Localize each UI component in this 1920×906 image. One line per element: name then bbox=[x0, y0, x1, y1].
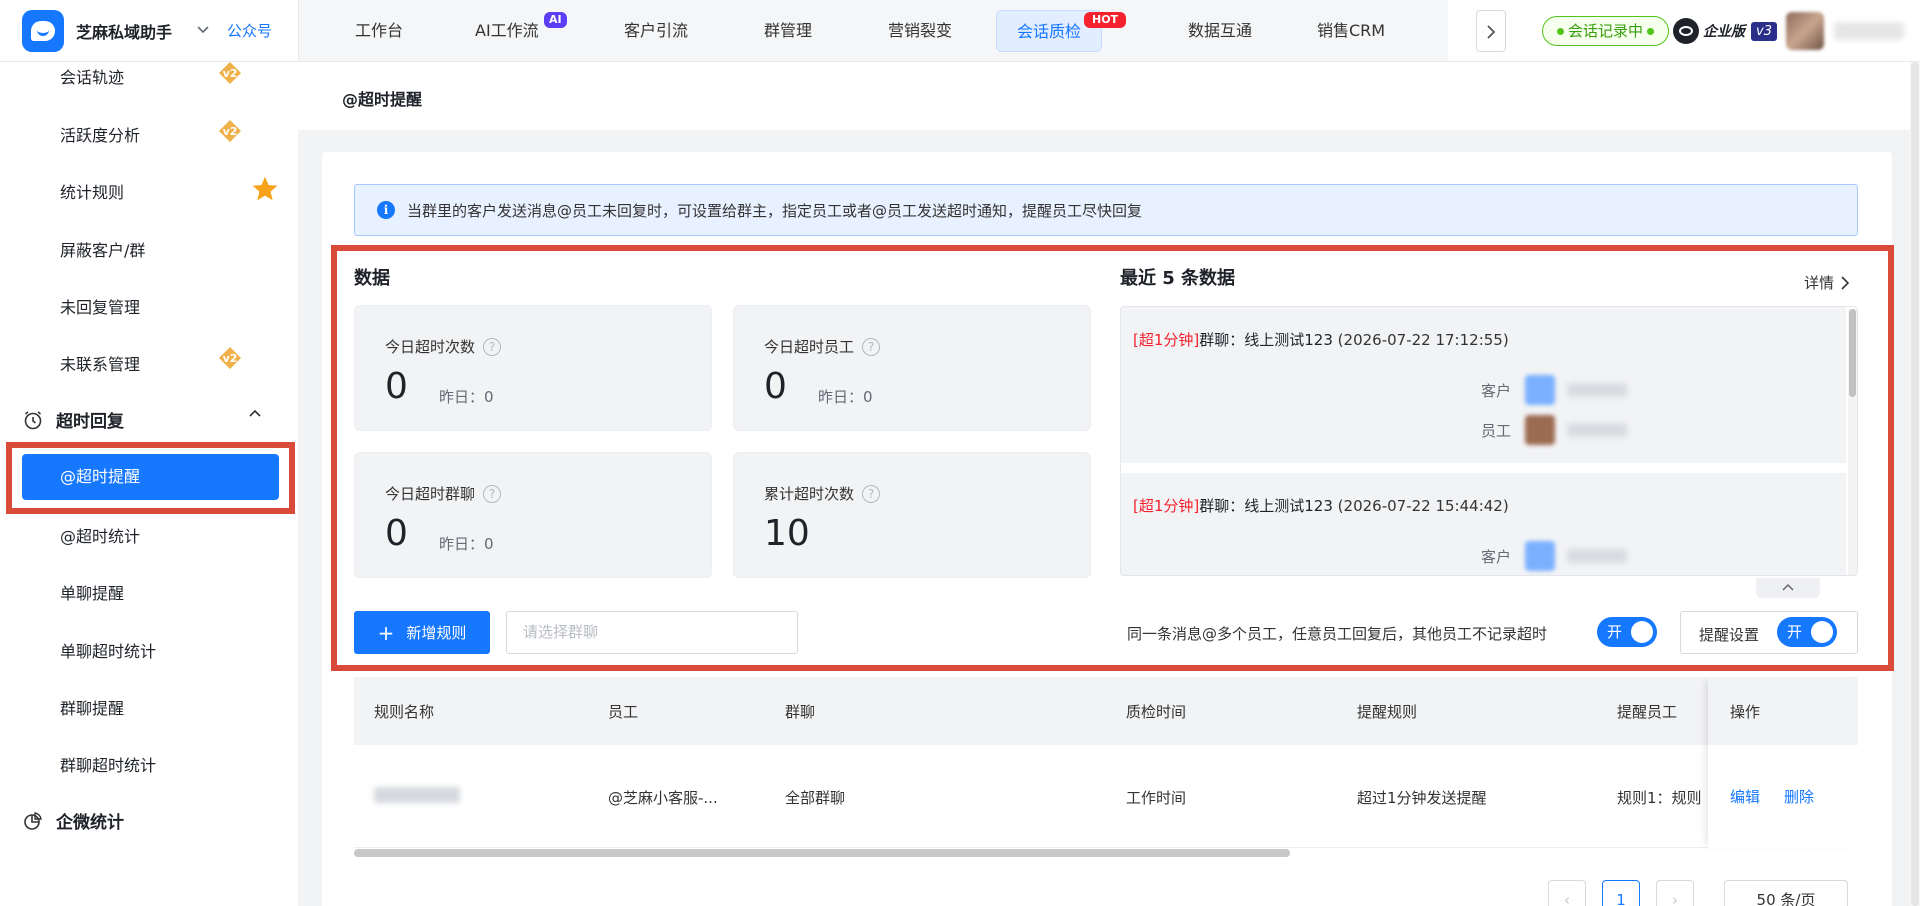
page-size-select[interactable]: 50 条/页 bbox=[1724, 880, 1848, 906]
help-icon[interactable]: ? bbox=[862, 337, 881, 356]
sidebar-item-stat-rules[interactable]: 统计规则 bbox=[60, 179, 124, 203]
nav-scroll-right-button[interactable] bbox=[1476, 10, 1506, 52]
stat-card-today-groups: 今日超时群聊? 0 昨日：0 bbox=[354, 452, 712, 578]
chevron-up-icon[interactable] bbox=[248, 408, 262, 418]
username[interactable] bbox=[1834, 22, 1904, 40]
nav-item-workbench[interactable]: 工作台 bbox=[355, 0, 403, 61]
brand-logo-icon bbox=[22, 10, 64, 52]
alarm-clock-icon bbox=[24, 410, 42, 429]
nav-item-group-manage[interactable]: 群管理 bbox=[764, 0, 812, 61]
edition-logo-icon bbox=[1673, 18, 1699, 44]
chevron-right-icon bbox=[1487, 25, 1496, 39]
nav-item-ai-workflow[interactable]: AI工作流 bbox=[475, 0, 539, 61]
nav-item-marketing[interactable]: 营销裂变 bbox=[888, 0, 952, 61]
svg-text:v2: v2 bbox=[223, 125, 238, 138]
sidebar-item-block[interactable]: 屏蔽客户/群 bbox=[60, 237, 145, 261]
recent-section-title: 最近 5 条数据 bbox=[1120, 268, 1236, 289]
stat-card-today-staff: 今日超时员工? 0 昨日：0 bbox=[733, 305, 1091, 431]
table-row: @芝麻小客服-... 全部群聊 工作时间 超过1分钟发送提醒 规则1：规则 bbox=[354, 745, 1858, 848]
sidebar-item-session-track[interactable]: 会话轨迹 bbox=[60, 64, 124, 88]
chevron-down-icon[interactable] bbox=[196, 14, 210, 46]
v2-badge-icon: v2 bbox=[219, 120, 241, 142]
plus-icon: + bbox=[377, 620, 395, 645]
multi-reply-switch[interactable]: 开 bbox=[1597, 617, 1657, 647]
edition-badge: 企业版 v3 bbox=[1673, 16, 1777, 46]
ai-badge: AI bbox=[544, 12, 567, 28]
stat-card-total-count: 累计超时次数? 10 bbox=[733, 452, 1091, 578]
hot-badge: HOT bbox=[1084, 12, 1127, 28]
stat-card-today-count: 今日超时次数? 0 昨日：0 bbox=[354, 305, 712, 431]
page-scrollbar[interactable] bbox=[1910, 62, 1920, 906]
nav-item-data-sync[interactable]: 数据互通 bbox=[1188, 0, 1252, 61]
svg-text:v2: v2 bbox=[223, 67, 238, 80]
delete-button[interactable]: 删除 bbox=[1784, 786, 1814, 807]
collapse-button[interactable] bbox=[1756, 578, 1820, 598]
v2-badge-icon: v2 bbox=[219, 62, 241, 84]
sidebar-item-single-remind[interactable]: 单聊提醒 bbox=[60, 580, 124, 604]
info-alert: i 当群里的客户发送消息@员工未回复时，可设置给群主，指定员工或者@员工发送超时… bbox=[354, 184, 1858, 236]
account-type-switch[interactable]: 公众号 bbox=[227, 20, 272, 41]
sidebar-item-group-stats[interactable]: 群聊超时统计 bbox=[60, 752, 156, 776]
main-nav: 工作台 AI工作流 客户引流 群管理 营销裂变 会话质检 数据互通 销售CRM … bbox=[298, 0, 1448, 61]
customer-avatar bbox=[1525, 375, 1556, 405]
sidebar-group-timeout[interactable]: 超时回复 bbox=[22, 407, 124, 432]
star-icon bbox=[252, 176, 278, 201]
table-header: 规则名称 员工 群聊 质检时间 提醒规则 提醒员工 bbox=[354, 677, 1858, 745]
list-item: [超1分钟]群聊：线上测试123 (2026-07-22 15:44:42) 客… bbox=[1121, 473, 1846, 575]
top-bar: 芝麻私域助手 公众号 工作台 AI工作流 客户引流 群管理 营销裂变 会话质检 … bbox=[0, 0, 1920, 62]
sidebar-item-uncontacted[interactable]: 未联系管理 bbox=[60, 351, 140, 375]
chevron-right-icon bbox=[1841, 275, 1850, 290]
remind-settings-switch[interactable]: 开 bbox=[1777, 617, 1837, 647]
nav-item-traffic[interactable]: 客户引流 bbox=[624, 0, 688, 61]
group-select-input[interactable] bbox=[523, 612, 783, 653]
table-horizontal-scrollbar[interactable] bbox=[354, 848, 1858, 858]
sidebar-item-unreplied[interactable]: 未回复管理 bbox=[60, 294, 140, 318]
sidebar-group-wecom-stats[interactable]: 企微统计 bbox=[22, 808, 124, 833]
chevron-up-icon bbox=[1782, 583, 1794, 591]
sidebar-item-single-stats[interactable]: 单聊超时统计 bbox=[60, 638, 156, 662]
v2-badge-icon: v2 bbox=[219, 347, 241, 369]
help-icon[interactable]: ? bbox=[862, 484, 881, 503]
next-page-button[interactable]: › bbox=[1656, 880, 1694, 906]
multi-reply-toggle-label: 同一条消息@多个员工，任意员工回复后，其他员工不记录超时 bbox=[1127, 625, 1548, 643]
sidebar-item-group-remind[interactable]: 群聊提醒 bbox=[60, 695, 124, 719]
staff-avatar bbox=[1525, 415, 1556, 445]
add-rule-button[interactable]: + 新增规则 bbox=[354, 611, 490, 654]
chart-icon bbox=[24, 811, 42, 830]
record-status-badge: 会话记录中 bbox=[1542, 16, 1670, 46]
edit-button[interactable]: 编辑 bbox=[1730, 786, 1760, 807]
table-operation-column: 操作 编辑 删除 bbox=[1708, 677, 1858, 848]
page-header: @超时提醒 bbox=[298, 62, 1910, 130]
svg-text:v2: v2 bbox=[223, 352, 238, 365]
list-scrollbar[interactable] bbox=[1848, 309, 1857, 575]
data-section-title: 数据 bbox=[354, 268, 390, 289]
rule-name-cell bbox=[374, 787, 460, 807]
page-title: @超时提醒 bbox=[342, 90, 423, 109]
nav-item-crm[interactable]: 销售CRM bbox=[1317, 0, 1385, 61]
sidebar-item-at-timeout-remind[interactable]: @超时提醒 bbox=[22, 454, 279, 500]
page-number[interactable]: 1 bbox=[1602, 880, 1640, 906]
brand-name: 芝麻私域助手 bbox=[76, 23, 173, 42]
customer-avatar bbox=[1525, 541, 1556, 571]
avatar[interactable] bbox=[1786, 12, 1824, 50]
info-icon: i bbox=[377, 201, 395, 219]
sidebar-item-at-timeout-stats[interactable]: @超时统计 bbox=[60, 523, 140, 547]
group-select[interactable] bbox=[506, 611, 798, 654]
help-icon[interactable]: ? bbox=[483, 484, 502, 503]
list-item: [超1分钟]群聊：线上测试123 (2026-07-22 17:12:55) 客… bbox=[1121, 307, 1846, 463]
detail-link[interactable]: 详情 bbox=[1804, 272, 1850, 293]
brand[interactable]: 芝麻私域助手 bbox=[22, 10, 172, 52]
sidebar-item-activity[interactable]: 活跃度分析 bbox=[60, 122, 140, 146]
help-icon[interactable]: ? bbox=[483, 337, 502, 356]
prev-page-button[interactable]: ‹ bbox=[1548, 880, 1586, 906]
recent-records-list[interactable]: [超1分钟]群聊：线上测试123 (2026-07-22 17:12:55) 客… bbox=[1120, 306, 1858, 576]
